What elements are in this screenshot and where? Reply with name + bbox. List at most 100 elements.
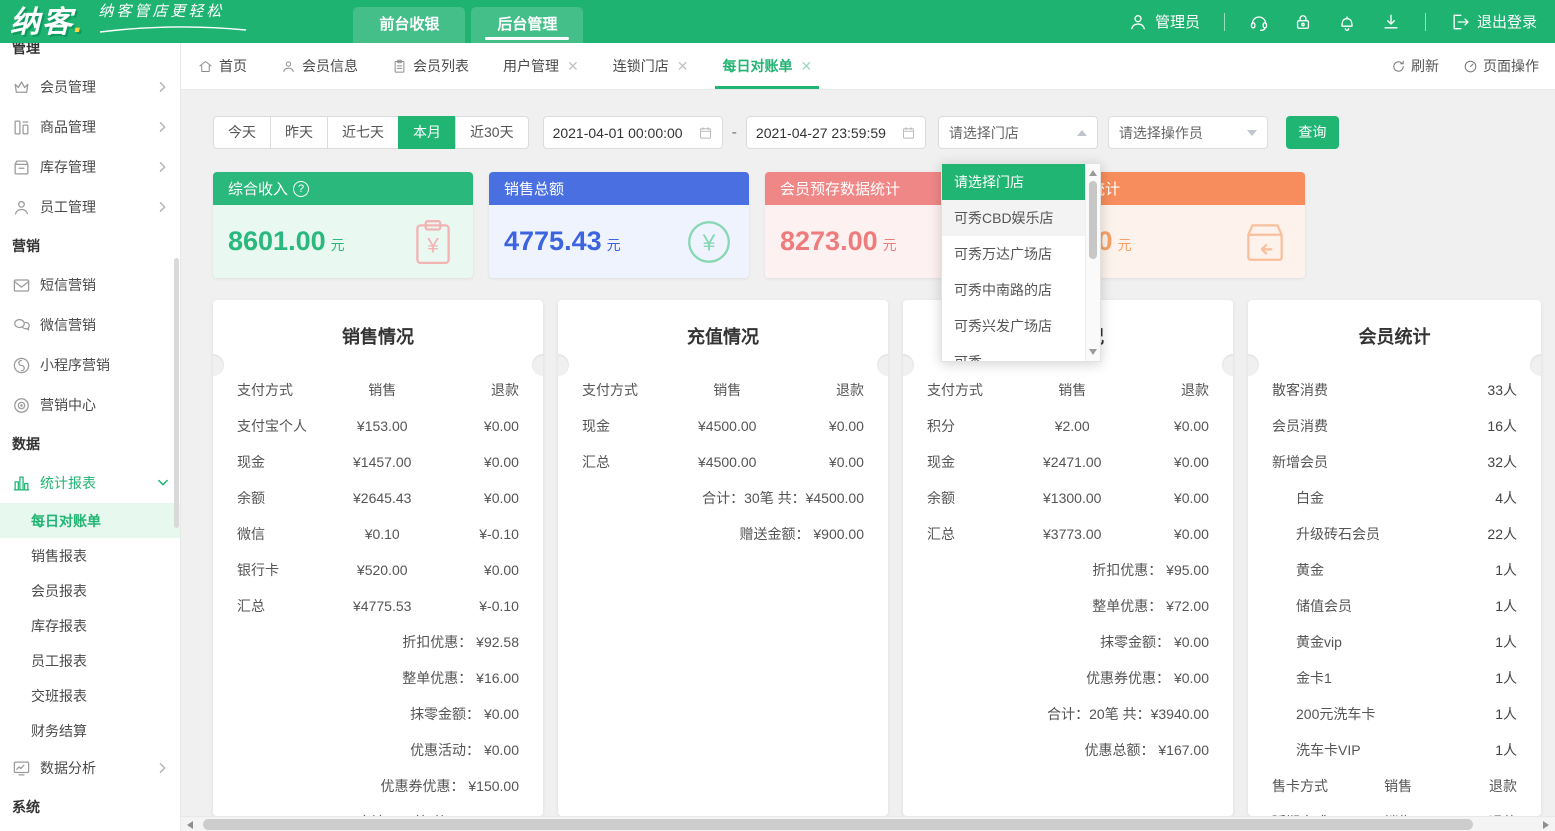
range-today-button[interactable]: 今天 bbox=[213, 116, 271, 149]
tab-home[interactable]: 首页 bbox=[181, 43, 264, 89]
chevron-down-icon bbox=[158, 478, 168, 488]
tab-member-list[interactable]: 会员列表 bbox=[375, 43, 486, 89]
caret-down-icon bbox=[1247, 130, 1257, 136]
sidebar-item-miniapp-marketing[interactable]: 小程序营销 bbox=[0, 345, 180, 385]
calendar-icon bbox=[698, 125, 713, 140]
scrollbar-thumb[interactable] bbox=[1089, 181, 1097, 259]
sidebar-section-marketing: 营销 bbox=[0, 227, 180, 265]
close-tab-icon[interactable]: ✕ bbox=[567, 58, 579, 75]
summary-line: 优惠总额： ¥167.00 bbox=[927, 732, 1209, 768]
sidebar-item-statistics-reports[interactable]: 统计报表 bbox=[0, 463, 180, 503]
goods-icon bbox=[12, 118, 31, 137]
table-row: 支付宝个人¥153.00¥0.00 bbox=[237, 408, 519, 444]
range-last30days-button[interactable]: 近30天 bbox=[455, 116, 529, 149]
divider bbox=[1425, 13, 1426, 31]
panel-notch-decoration bbox=[213, 354, 224, 376]
headset-icon[interactable] bbox=[1249, 12, 1269, 32]
dropdown-option-store-clipped[interactable]: 可秀 bbox=[942, 344, 1085, 361]
sidebar: 管理 会员管理 商品管理 库存管理 员工管理 营销 短信营销 微 bbox=[0, 43, 181, 831]
close-tab-icon[interactable]: ✕ bbox=[800, 58, 812, 75]
store-select[interactable]: 请选择门店 bbox=[938, 116, 1098, 149]
refresh-button[interactable]: 刷新 bbox=[1391, 56, 1439, 76]
store-dropdown-menu: 请选择门店 可秀CBD娱乐店 可秀万达广场店 可秀中南路的店 可秀兴发广场店 可… bbox=[941, 163, 1101, 362]
sidebar-subitem-member-report[interactable]: 会员报表 bbox=[0, 573, 180, 608]
quick-range-group: 今天 昨天 近七天 本月 近30天 bbox=[213, 116, 529, 149]
sidebar-item-member-management[interactable]: 会员管理 bbox=[0, 67, 180, 107]
lock-icon[interactable] bbox=[1293, 12, 1313, 32]
current-user[interactable]: 管理员 bbox=[1128, 11, 1200, 32]
panel-consume: 消费情况 支付方式 销售 退款 积分¥2.00¥0.00 现金¥2471.00¥… bbox=[903, 300, 1233, 816]
sidebar-item-marketing-center[interactable]: 营销中心 bbox=[0, 385, 180, 425]
range-thismonth-button[interactable]: 本月 bbox=[398, 116, 456, 149]
bell-icon[interactable] bbox=[1337, 12, 1357, 32]
sidebar-item-goods-management[interactable]: 商品管理 bbox=[0, 107, 180, 147]
dropdown-option-store[interactable]: 可秀中南路的店 bbox=[942, 272, 1085, 308]
scroll-left-arrow-icon[interactable] bbox=[187, 821, 193, 829]
brand-logo-text: 纳客 bbox=[10, 6, 74, 39]
sidebar-subitem-daily-statement[interactable]: 每日对账单 bbox=[0, 503, 180, 538]
summary-line: 抹零金额： ¥0.00 bbox=[927, 624, 1209, 660]
operator-select[interactable]: 请选择操作员 bbox=[1108, 116, 1268, 149]
scrollbar-thumb[interactable] bbox=[203, 819, 1473, 830]
summary-line: 赠送金额： ¥900.00 bbox=[582, 516, 864, 552]
horizontal-scrollbar[interactable] bbox=[181, 816, 1555, 831]
sidebar-subitem-sales-report[interactable]: 销售报表 bbox=[0, 538, 180, 573]
table-row: 汇总¥4775.53¥-0.10 bbox=[237, 588, 519, 624]
range-last7days-button[interactable]: 近七天 bbox=[327, 116, 399, 149]
sidebar-item-sms-marketing[interactable]: 短信营销 bbox=[0, 265, 180, 305]
stat-row: 储值会员1人 bbox=[1272, 588, 1517, 624]
sidebar-section-management: 管理 bbox=[0, 43, 180, 67]
dropdown-option-store[interactable]: 可秀兴发广场店 bbox=[942, 308, 1085, 344]
scroll-down-arrow-icon[interactable] bbox=[1089, 349, 1097, 355]
start-date-input[interactable]: 2021-04-01 00:00:00 bbox=[543, 116, 723, 149]
table-row: 汇总¥4500.00¥0.00 bbox=[582, 444, 864, 480]
scroll-up-arrow-icon[interactable] bbox=[1089, 170, 1097, 176]
dropdown-scrollbar[interactable] bbox=[1085, 164, 1100, 361]
scroll-right-arrow-icon[interactable] bbox=[1543, 821, 1549, 829]
summary-line: 抹零金额： ¥0.00 bbox=[237, 696, 519, 732]
end-date-input[interactable]: 2021-04-27 23:59:59 bbox=[746, 116, 926, 149]
tab-user-management[interactable]: 用户管理 ✕ bbox=[486, 43, 596, 89]
sidebar-subitem-finance-settlement[interactable]: 财务结算 bbox=[0, 713, 180, 748]
table-row: 现金¥2471.00¥0.00 bbox=[927, 444, 1209, 480]
sidebar-subitem-inventory-report[interactable]: 库存报表 bbox=[0, 608, 180, 643]
tab-member-info[interactable]: 会员信息 bbox=[264, 43, 375, 89]
top-navigation: 前台收银 后台管理 bbox=[353, 0, 583, 43]
card-title: 销售总额 bbox=[504, 178, 564, 199]
panel-notch-decoration bbox=[903, 354, 914, 376]
summary-total-clipped: 合计：70笔 共：¥5034.01 bbox=[237, 804, 519, 816]
sidebar-item-inventory-management[interactable]: 库存管理 bbox=[0, 147, 180, 187]
date-range-separator: - bbox=[732, 124, 737, 142]
search-button[interactable]: 查询 bbox=[1286, 116, 1339, 149]
dropdown-option-store[interactable]: 可秀CBD娱乐店 bbox=[942, 200, 1085, 236]
tab-daily-statement[interactable]: 每日对账单 ✕ bbox=[705, 43, 829, 89]
card-title: 会员预存数据统计 bbox=[780, 178, 900, 199]
sidebar-subitem-staff-report[interactable]: 员工报表 bbox=[0, 643, 180, 678]
dropdown-option-store[interactable]: 可秀万达广场店 bbox=[942, 236, 1085, 272]
page-operations-button[interactable]: 页面操作 bbox=[1463, 56, 1539, 76]
box-icon bbox=[12, 158, 31, 177]
download-icon[interactable] bbox=[1381, 12, 1401, 32]
range-yesterday-button[interactable]: 昨天 bbox=[270, 116, 328, 149]
app-window: 纳客. 纳客管店更轻松 前台收银 后台管理 管理员 退出登录 bbox=[0, 0, 1555, 831]
sidebar-item-staff-management[interactable]: 员工管理 bbox=[0, 187, 180, 227]
logout-button[interactable]: 退出登录 bbox=[1450, 11, 1537, 32]
tab-chain-stores[interactable]: 连锁门店 ✕ bbox=[596, 43, 706, 89]
sidebar-scrollbar[interactable] bbox=[174, 258, 179, 528]
close-tab-icon[interactable]: ✕ bbox=[677, 58, 689, 75]
person-icon bbox=[12, 198, 31, 217]
stat-row: 新增会员32人 bbox=[1272, 444, 1517, 480]
dropdown-option-placeholder[interactable]: 请选择门店 bbox=[942, 164, 1085, 200]
sidebar-subitem-shift-report[interactable]: 交班报表 bbox=[0, 678, 180, 713]
nav-backend-admin[interactable]: 后台管理 bbox=[471, 7, 583, 43]
sidebar-item-wechat-marketing[interactable]: 微信营销 bbox=[0, 305, 180, 345]
logout-label: 退出登录 bbox=[1477, 11, 1537, 32]
help-icon[interactable]: ? bbox=[293, 181, 309, 197]
nav-front-cashier[interactable]: 前台收银 bbox=[353, 7, 465, 43]
svg-text:¥: ¥ bbox=[702, 229, 716, 255]
card-value: 8273.00元 bbox=[780, 226, 897, 257]
sidebar-item-data-analysis[interactable]: 数据分析 bbox=[0, 748, 180, 788]
gauge-icon bbox=[1463, 59, 1478, 74]
main-content: 今天 昨天 近七天 本月 近30天 2021-04-01 00:00:00 - … bbox=[181, 90, 1555, 831]
stat-row: 散客消费33人 bbox=[1272, 372, 1517, 408]
